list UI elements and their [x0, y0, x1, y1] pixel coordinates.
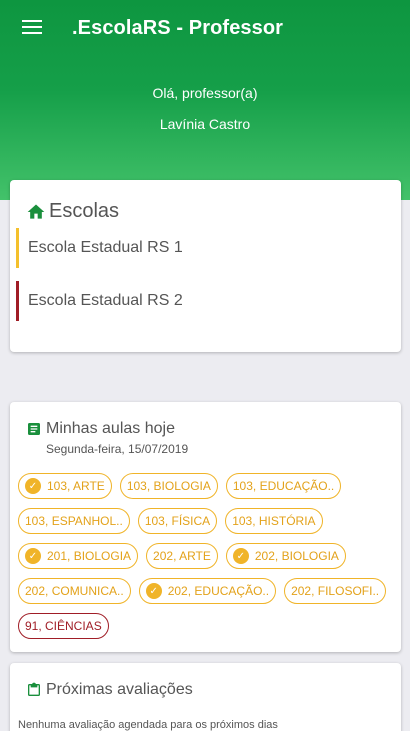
evaluations-empty-text: Nenhuma avaliação agendada para os próxi…: [18, 719, 278, 731]
class-chip[interactable]: ✓ 202, BIOLOGIA: [225, 543, 346, 569]
evaluations-header: Próximas avaliações: [26, 681, 193, 699]
menu-icon[interactable]: [22, 20, 42, 38]
chip-label: 202, COMUNICA..: [25, 584, 124, 598]
chip-label: 202, FILOSOFI..: [291, 584, 380, 598]
app-header: .EscolaRS - Professor Olá, professor(a) …: [0, 0, 410, 200]
clipboard-icon: [28, 682, 40, 696]
chip-row: ✓ 103, ARTE 103, BIOLOGIA 103, EDUCAÇÃO..: [18, 473, 398, 499]
evaluations-title: Próximas avaliações: [46, 681, 193, 698]
class-chip[interactable]: 103, ESPANHOL..: [18, 508, 130, 534]
school-item-2[interactable]: Escola Estadual RS 2: [16, 281, 356, 321]
class-chip[interactable]: 202, FILOSOFI..: [284, 578, 387, 604]
chip-row: 202, COMUNICA.. ✓ 202, EDUCAÇÃO.. 202, FI…: [18, 578, 398, 604]
chip-label: 103, ARTE: [47, 479, 105, 493]
chip-row: 103, ESPANHOL.. 103, FÍSICA 103, HISTÓRI…: [18, 508, 398, 534]
chip-row: ✓ 201, BIOLOGIA 202, ARTE ✓ 202, BIOLOGIA: [18, 543, 398, 569]
chip-row: 91, CIÊNCIAS: [18, 613, 398, 639]
class-chip[interactable]: 91, CIÊNCIAS: [18, 613, 109, 639]
chip-label: 202, EDUCAÇÃO..: [167, 584, 270, 598]
classes-card: Minhas aulas hoje Segunda-feira, 15/07/2…: [10, 402, 401, 652]
chip-label: 91, CIÊNCIAS: [25, 619, 102, 633]
check-circle-icon: ✓: [25, 548, 41, 564]
class-chip[interactable]: ✓ 201, BIOLOGIA: [18, 543, 139, 569]
chip-label: 201, BIOLOGIA: [47, 549, 132, 563]
classes-header: Minhas aulas hoje: [26, 420, 175, 438]
document-icon: [28, 423, 40, 435]
classes-title: Minhas aulas hoje: [46, 420, 175, 437]
class-chip[interactable]: 202, COMUNICA..: [18, 578, 131, 604]
chip-label: 103, ESPANHOL..: [25, 514, 123, 528]
class-chip[interactable]: 103, HISTÓRIA: [225, 508, 323, 534]
class-chip[interactable]: 103, BIOLOGIA: [119, 473, 218, 499]
chip-label: 202, ARTE: [153, 549, 211, 563]
chip-label: 103, FÍSICA: [144, 514, 211, 528]
chip-label: 103, EDUCAÇÃO..: [232, 479, 335, 493]
check-circle-icon: ✓: [232, 548, 249, 564]
chip-label: 103, BIOLOGIA: [126, 479, 211, 493]
evaluations-card: Próximas avaliações Nenhuma avaliação ag…: [10, 663, 401, 731]
class-chip[interactable]: 202, ARTE: [146, 543, 218, 569]
check-circle-icon: ✓: [25, 478, 41, 494]
chip-label: 103, HISTÓRIA: [232, 514, 316, 528]
home-icon: [27, 204, 45, 219]
class-chips: ✓ 103, ARTE 103, BIOLOGIA 103, EDUCAÇÃO..…: [18, 473, 398, 648]
classes-date: Segunda-feira, 15/07/2019: [46, 442, 189, 456]
class-chip[interactable]: ✓ 103, ARTE: [18, 473, 112, 499]
check-circle-icon: ✓: [145, 583, 162, 599]
class-chip[interactable]: 103, FÍSICA: [137, 508, 218, 534]
class-chip[interactable]: 103, EDUCAÇÃO..: [225, 473, 342, 499]
class-chip[interactable]: ✓ 202, EDUCAÇÃO..: [138, 578, 277, 604]
greeting-text: Olá, professor(a): [152, 85, 258, 101]
chip-label: 202, BIOLOGIA: [254, 549, 339, 563]
schools-title: Escolas: [49, 200, 120, 222]
teacher-name: Lavínia Castro: [159, 116, 251, 132]
school-item-1[interactable]: Escola Estadual RS 1: [16, 228, 356, 268]
app-title: .EscolaRS - Professor: [72, 17, 284, 39]
schools-header: Escolas: [26, 200, 119, 223]
